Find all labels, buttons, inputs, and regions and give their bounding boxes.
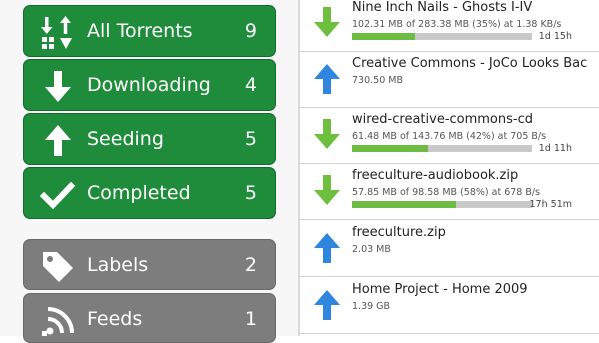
download-arrow-icon — [314, 119, 340, 149]
torrent-size: 730.50 MB — [352, 75, 403, 86]
filter-label: All Torrents — [87, 20, 193, 42]
progress-bar — [352, 201, 532, 208]
torrent-row[interactable]: Home Project - Home 2009 1.39 GB — [300, 278, 599, 334]
group-count: 2 — [244, 254, 257, 276]
rss-feed-icon — [42, 307, 74, 336]
group-count: 1 — [244, 308, 257, 330]
torrent-row[interactable]: wired-creative-commons-cd 61.48 MB of 14… — [300, 108, 599, 164]
filter-completed-button[interactable]: Completed 5 — [23, 167, 276, 219]
torrent-size: 2.03 MB — [352, 244, 391, 255]
label-tag-icon — [43, 252, 73, 282]
torrent-size: 1.39 GB — [352, 301, 391, 312]
filter-count: 9 — [244, 20, 257, 42]
filter-all-torrents-button[interactable]: All Torrents 9 — [23, 5, 276, 57]
arrow-down-icon — [45, 71, 71, 102]
upload-arrow-icon — [314, 233, 340, 263]
torrent-size: 102.31 MB of 283.38 MB (35%) at 1.38 KB/… — [352, 19, 562, 30]
progress-fill — [352, 145, 428, 152]
upload-arrow-icon — [314, 290, 340, 320]
filter-count: 5 — [244, 128, 257, 150]
torrent-name: Home Project - Home 2009 — [352, 282, 528, 297]
torrent-eta: 17h 51m — [529, 199, 572, 210]
sidebar: All Torrents 9 Downloading 4 Seeding 5 C… — [0, 0, 298, 343]
torrent-name: Nine Inch Nails - Ghosts I-IV — [352, 0, 533, 15]
group-label: Labels — [87, 254, 149, 276]
torrent-row[interactable]: Nine Inch Nails - Ghosts I-IV 102.31 MB … — [300, 0, 599, 52]
filter-count: 5 — [244, 182, 257, 204]
torrent-name: wired-creative-commons-cd — [352, 112, 533, 127]
torrent-row[interactable]: freeculture-audiobook.zip 57.85 MB of 98… — [300, 164, 599, 220]
progress-bar — [352, 145, 532, 152]
filter-count: 4 — [244, 74, 257, 96]
filter-label: Completed — [87, 182, 191, 204]
torrent-name: freeculture-audiobook.zip — [352, 168, 519, 183]
progress-fill — [352, 33, 415, 40]
labels-button[interactable]: Labels 2 — [23, 239, 276, 290]
torrent-size: 61.48 MB of 143.76 MB (42%) at 705 B/s — [352, 131, 547, 142]
progress-bar — [352, 33, 532, 40]
progress-fill — [352, 201, 457, 208]
torrent-eta: 1d 11h — [538, 143, 572, 154]
filter-label: Downloading — [87, 74, 211, 96]
arrow-up-icon — [45, 125, 71, 156]
torrent-list: Nine Inch Nails - Ghosts I-IV 102.31 MB … — [300, 0, 599, 336]
download-arrow-icon — [314, 7, 340, 37]
torrent-eta: 1d 15h — [538, 31, 572, 42]
filter-seeding-button[interactable]: Seeding 5 — [23, 113, 276, 165]
torrent-name: Creative Commons - JoCo Looks Bac — [352, 56, 588, 71]
all-torrents-icon — [41, 16, 72, 49]
filter-label: Seeding — [87, 128, 164, 150]
torrent-size: 57.85 MB of 98.58 MB (58%) at 678 B/s — [352, 187, 541, 198]
filter-downloading-button[interactable]: Downloading 4 — [23, 59, 276, 111]
upload-arrow-icon — [314, 64, 340, 94]
group-label: Feeds — [87, 308, 143, 330]
torrent-name: freeculture.zip — [352, 225, 446, 240]
checkmark-icon — [40, 181, 76, 210]
download-arrow-icon — [314, 175, 340, 205]
torrent-row[interactable]: Creative Commons - JoCo Looks Bac 730.50… — [300, 52, 599, 108]
torrent-row[interactable]: freeculture.zip 2.03 MB — [300, 221, 599, 277]
